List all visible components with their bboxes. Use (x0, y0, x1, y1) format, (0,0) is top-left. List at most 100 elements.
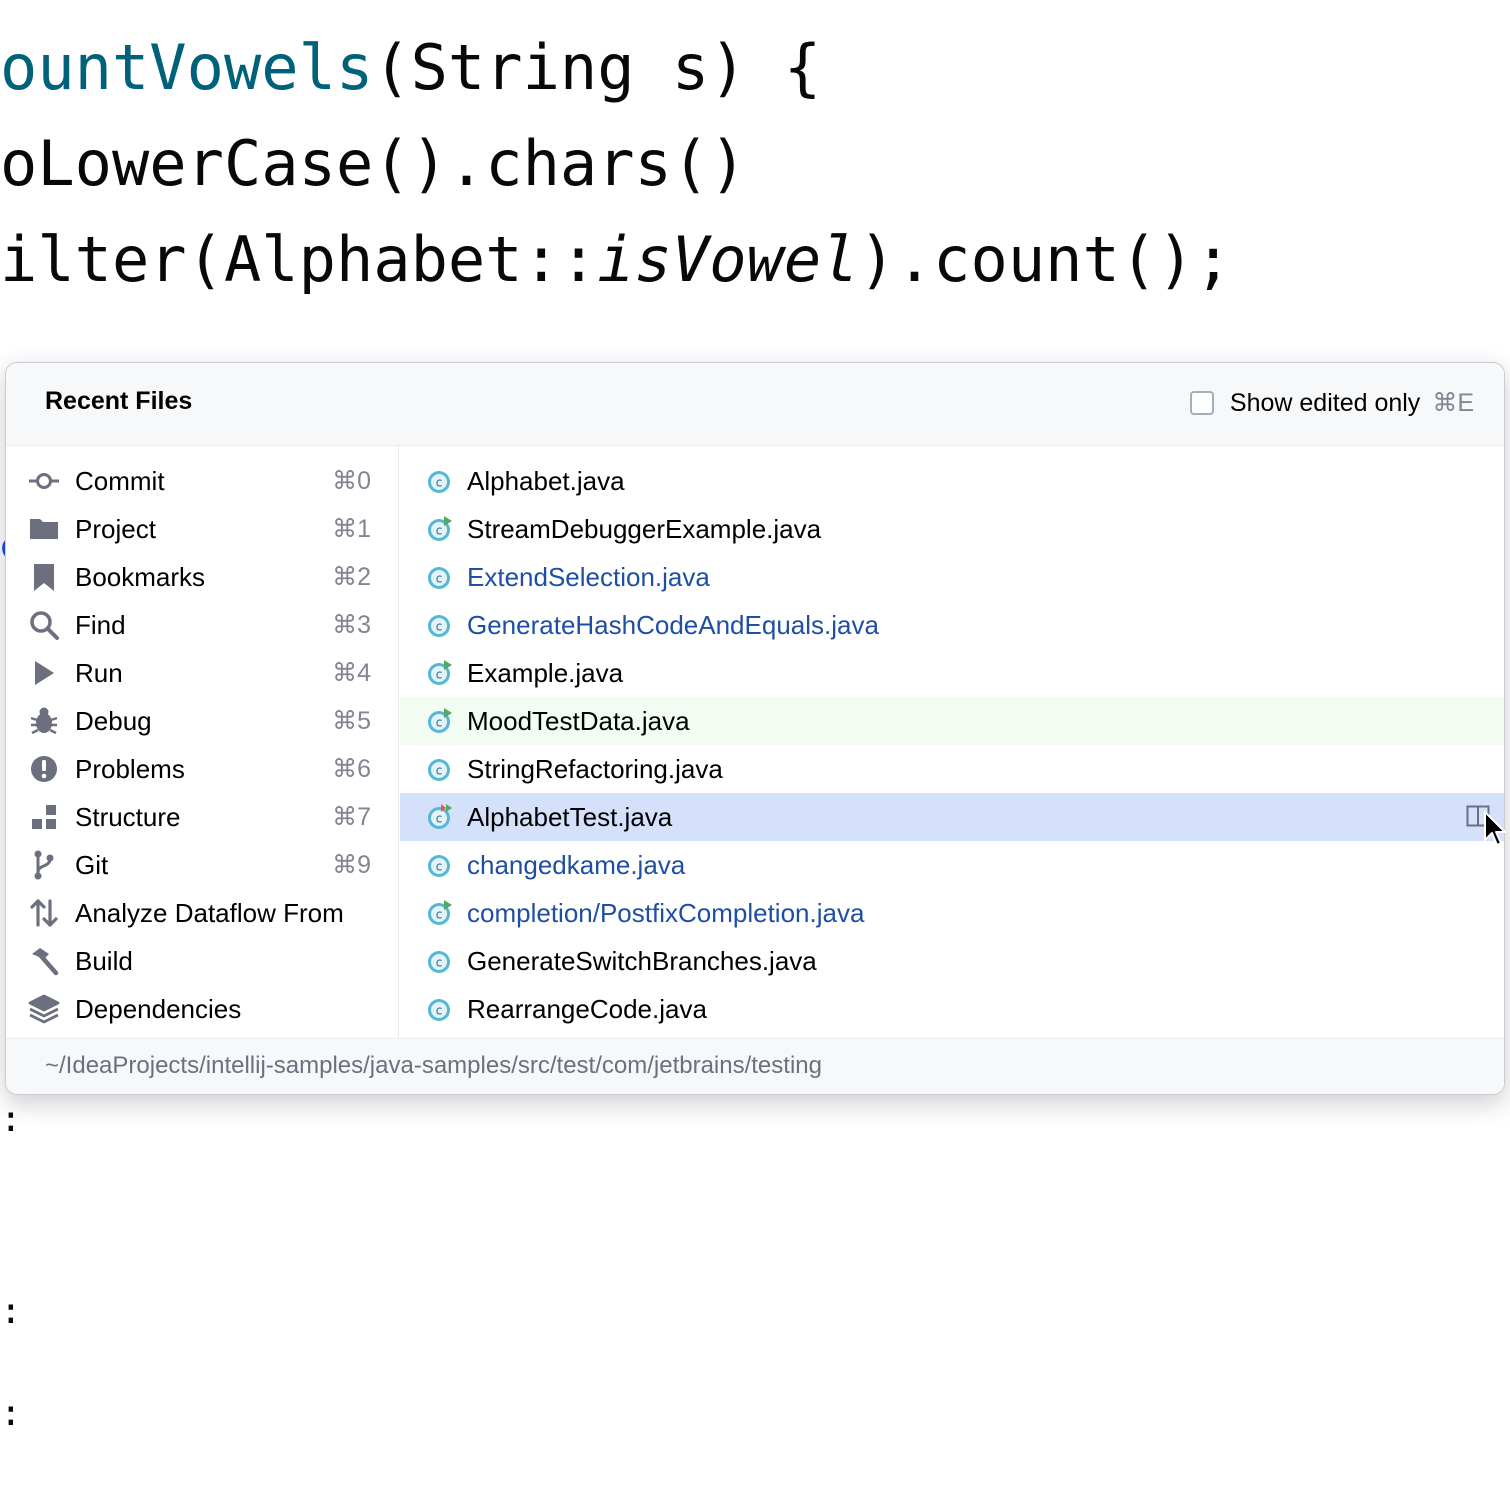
recent-file-item[interactable]: c RearrangeCode.java (400, 985, 1504, 1033)
recent-file-item[interactable]: c changedkame.java (400, 841, 1504, 889)
tool-item-git[interactable]: Git ⌘9 (6, 841, 398, 889)
runnable-class-icon: c (428, 708, 452, 733)
tool-item-label: Git (75, 849, 109, 880)
tool-item-debug[interactable]: Debug ⌘5 (6, 697, 398, 745)
recent-file-name: RearrangeCode.java (467, 993, 707, 1024)
tool-item-shortcut: ⌘5 (332, 707, 371, 735)
recent-file-item[interactable]: c ExtendSelection.java (400, 553, 1504, 601)
show-edited-only-checkbox[interactable]: Show edited only ⌘E (1189, 387, 1474, 419)
bookmark-icon (28, 561, 60, 593)
test-class-icon: c (428, 804, 452, 829)
svg-text:c: c (436, 716, 443, 730)
ide-window: ountVowels(String s) { oLowerCase().char… (0, 0, 1510, 1510)
commit-icon (28, 465, 60, 497)
code-method-reference: isVowel (597, 223, 859, 296)
code-edge-fragment: : (0, 1291, 22, 1332)
bug-icon (28, 705, 60, 737)
recent-file-name: StringRefactoring.java (467, 753, 723, 784)
recent-file-item[interactable]: c StringRefactoring.java (400, 745, 1504, 793)
tool-item-shortcut: ⌘9 (332, 851, 371, 879)
recent-file-name: StreamDebuggerExample.java (467, 513, 822, 544)
svg-text:c: c (436, 668, 443, 682)
method-signature: (String s) { (373, 31, 822, 104)
hammer-icon (28, 945, 60, 977)
svg-text:c: c (436, 908, 443, 922)
recent-file-name: GenerateSwitchBranches.java (467, 945, 817, 976)
code-line-2: oLowerCase().chars() (0, 127, 747, 200)
tool-item-label: Debug (75, 705, 152, 736)
svg-text:c: c (436, 476, 443, 490)
recent-file-item[interactable]: c MoodTestData.java (400, 697, 1504, 745)
java-class-icon: c (428, 999, 450, 1021)
tool-item-shortcut: ⌘1 (332, 515, 371, 543)
tool-item-label: Problems (75, 753, 185, 784)
tool-item-label: Find (75, 609, 126, 640)
mouse-cursor-icon (1484, 811, 1506, 846)
recent-file-name: GenerateHashCodeAndEquals.java (467, 609, 879, 640)
tool-item-find[interactable]: Find ⌘3 (6, 601, 398, 649)
tool-item-label: Build (75, 945, 133, 976)
tool-item-label: Run (75, 657, 123, 688)
java-class-icon: c (428, 567, 450, 589)
selected-file-path: ~/IdeaProjects/intellij-samples/java-sam… (45, 1052, 822, 1079)
checkbox-box[interactable] (1189, 391, 1214, 415)
svg-text:c: c (436, 956, 443, 970)
recent-file-name: AlphabetTest.java (467, 801, 673, 832)
tool-item-build[interactable]: Build (6, 937, 398, 985)
svg-text:c: c (436, 572, 443, 586)
tool-item-shortcut: ⌘6 (332, 755, 371, 783)
tool-item-run[interactable]: Run ⌘4 (6, 649, 398, 697)
file-path-bar: ~/IdeaProjects/intellij-samples/java-sam… (6, 1038, 1504, 1094)
recent-file-name: completion/PostfixCompletion.java (467, 897, 865, 928)
code-count-call: ).count(); (858, 223, 1232, 296)
recent-file-item-selected[interactable]: c AlphabetTest.java (400, 793, 1504, 841)
tool-item-label: Commit (75, 465, 165, 496)
run-icon (28, 657, 60, 689)
code-line-3: ilter(Alphabet::isVowel).count(); (0, 220, 1232, 300)
tool-item-label: Bookmarks (75, 561, 206, 592)
problems-icon (28, 753, 60, 785)
tool-item-project[interactable]: Project ⌘1 (6, 505, 398, 553)
runnable-class-icon: c (428, 516, 452, 541)
java-class-icon: c (428, 951, 450, 973)
runnable-class-icon: c (428, 900, 452, 925)
java-class-icon: c (428, 855, 450, 877)
recent-file-item[interactable]: c StreamDebuggerExample.java (400, 505, 1504, 553)
tool-item-shortcut: ⌘4 (332, 659, 371, 687)
code-line-1: ountVowels(String s) { (0, 28, 821, 108)
recent-file-item[interactable]: c GenerateHashCodeAndEquals.java (400, 601, 1504, 649)
tool-item-analyze-dataflow[interactable]: Analyze Dataflow From (6, 889, 398, 937)
popup-title: Recent Files (45, 387, 193, 415)
tool-item-label: Structure (75, 801, 181, 832)
tool-item-bookmarks[interactable]: Bookmarks ⌘2 (6, 553, 398, 601)
java-class-icon: c (428, 615, 450, 637)
tool-item-label: Project (75, 513, 156, 544)
java-class-icon: c (428, 471, 450, 493)
recent-file-item[interactable]: c Alphabet.java (400, 457, 1504, 505)
code-edge-fragment: : (0, 1099, 22, 1140)
recent-file-name: changedkame.java (467, 849, 686, 880)
popup-header: Recent Files Show edited only ⌘E (6, 363, 1504, 446)
layers-icon (28, 993, 60, 1025)
svg-text:c: c (436, 812, 443, 826)
recent-file-name: MoodTestData.java (467, 705, 690, 736)
dataflow-icon (28, 897, 60, 929)
svg-text:c: c (436, 1004, 443, 1018)
tool-item-shortcut: ⌘0 (332, 467, 371, 495)
tool-item-shortcut: ⌘2 (332, 563, 371, 591)
recent-file-item[interactable]: c completion/PostfixCompletion.java (400, 889, 1504, 937)
tool-item-problems[interactable]: Problems ⌘6 (6, 745, 398, 793)
recent-file-name: ExtendSelection.java (467, 561, 710, 592)
tool-item-shortcut: ⌘3 (332, 611, 371, 639)
tool-item-structure[interactable]: Structure ⌘7 (6, 793, 398, 841)
code-edge-fragment: : (0, 1393, 22, 1434)
git-branch-icon (28, 849, 60, 881)
recent-file-item[interactable]: c Example.java (400, 649, 1504, 697)
tool-item-dependencies[interactable]: Dependencies (6, 985, 398, 1033)
recent-file-name: Alphabet.java (467, 465, 625, 496)
recent-file-item[interactable]: c GenerateSwitchBranches.java (400, 937, 1504, 985)
code-filter-call: ilter(Alphabet:: (0, 223, 598, 296)
tool-item-commit[interactable]: Commit ⌘0 (6, 457, 398, 505)
show-edited-only-shortcut: ⌘E (1432, 389, 1474, 417)
structure-icon (28, 801, 60, 833)
